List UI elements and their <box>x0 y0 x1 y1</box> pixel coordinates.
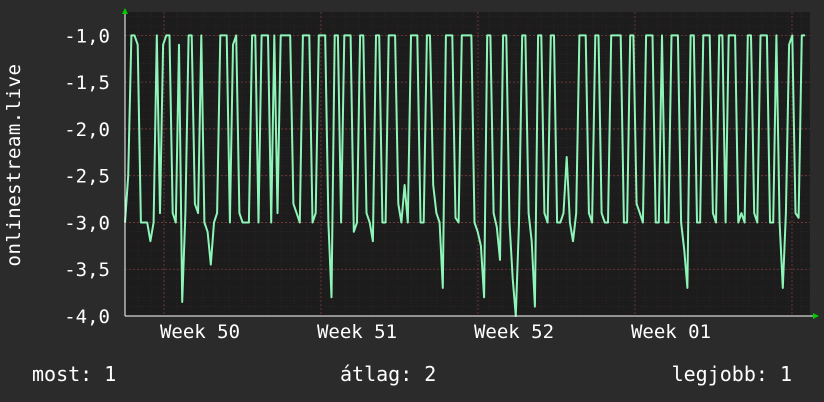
y-axis-label: onlinestream.live <box>3 63 25 267</box>
y-tick-label: -3,5 <box>64 259 110 281</box>
y-tick-labels: -1,0 -1,5 -2,0 -2,5 -3,0 -3,5 -4,0 <box>64 25 110 328</box>
y-tick-label: -1,0 <box>64 25 110 47</box>
x-axis-arrow-icon <box>813 313 819 319</box>
y-tick-label: -2,5 <box>64 166 110 188</box>
y-tick-label: -2,0 <box>64 119 110 141</box>
y-axis-arrow-icon <box>122 8 128 14</box>
x-tick-label: Week 01 <box>631 321 711 343</box>
x-tick-label: Week 50 <box>160 321 240 343</box>
chart-container: -1,0 -1,5 -2,0 -2,5 -3,0 -3,5 -4,0 Week 50 Week… <box>0 0 824 402</box>
stat-current: most: 1 <box>32 362 117 386</box>
y-tick-label: -1,5 <box>64 72 110 94</box>
x-tick-label: Week 52 <box>474 321 554 343</box>
x-tick-label: Week 51 <box>317 321 397 343</box>
y-tick-label: -4,0 <box>64 306 110 328</box>
stat-best: legjobb: 1 <box>671 362 792 386</box>
y-tick-label: -3,0 <box>64 212 110 234</box>
x-tick-labels: Week 50 Week 51 Week 52 Week 01 <box>160 321 711 343</box>
stat-average: átlag: 2 <box>340 362 437 386</box>
line-chart: -1,0-1,5-2,0-2,5-3,0-3,5-4,0 Week 50 Week… <box>64 8 819 343</box>
